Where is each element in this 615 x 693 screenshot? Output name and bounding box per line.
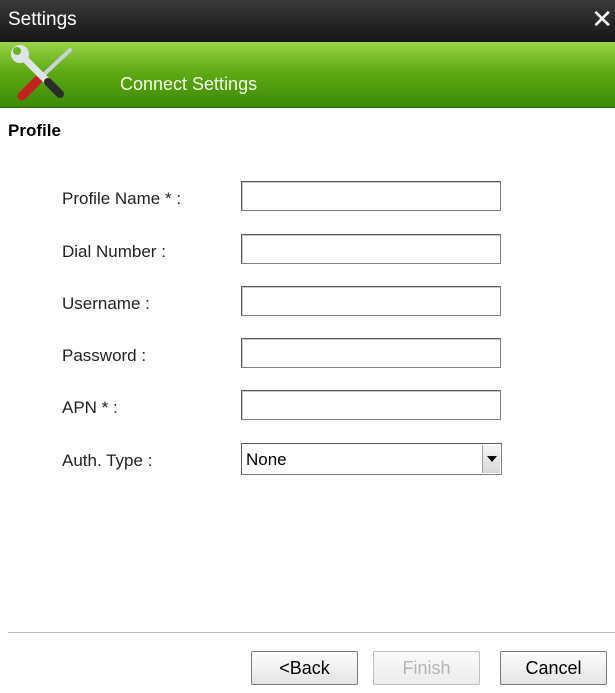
username-row: Username : [0, 286, 615, 322]
auth-type-row: Auth. Type : None [0, 443, 615, 479]
profile-name-input[interactable] [241, 181, 501, 211]
close-icon[interactable]: ✕ [591, 4, 613, 34]
password-label: Password : [62, 346, 147, 365]
auth-type-label: Auth. Type : [62, 451, 153, 470]
dropdown-arrow-icon[interactable] [482, 445, 500, 473]
wrench-screwdriver-icon [11, 45, 72, 101]
profile-name-label: Profile Name * : [62, 189, 182, 208]
title-bar: Settings ✕ [0, 0, 615, 42]
username-input[interactable] [241, 286, 501, 316]
dial-number-row: Dial Number : [0, 234, 615, 270]
banner-title: Connect Settings [120, 74, 258, 94]
apn-input[interactable] [241, 390, 501, 420]
header-banner: Connect Settings [0, 42, 615, 108]
password-input[interactable] [241, 338, 501, 368]
profile-name-row: Profile Name * : [0, 181, 615, 217]
cancel-button[interactable]: Cancel [500, 651, 607, 685]
apn-label: APN * : [62, 398, 118, 417]
dial-number-input[interactable] [241, 234, 501, 264]
dial-number-label: Dial Number : [62, 242, 166, 261]
window-title: Settings [8, 9, 77, 30]
auth-type-select[interactable]: None [241, 443, 502, 475]
finish-button[interactable]: Finish [373, 651, 480, 685]
auth-type-value: None [246, 450, 287, 469]
password-row: Password : [0, 338, 615, 374]
username-label: Username : [62, 294, 150, 313]
section-title: Profile [8, 121, 61, 140]
back-button[interactable]: <Back [251, 651, 358, 685]
apn-row: APN * : [0, 390, 615, 426]
footer-divider [8, 632, 615, 634]
